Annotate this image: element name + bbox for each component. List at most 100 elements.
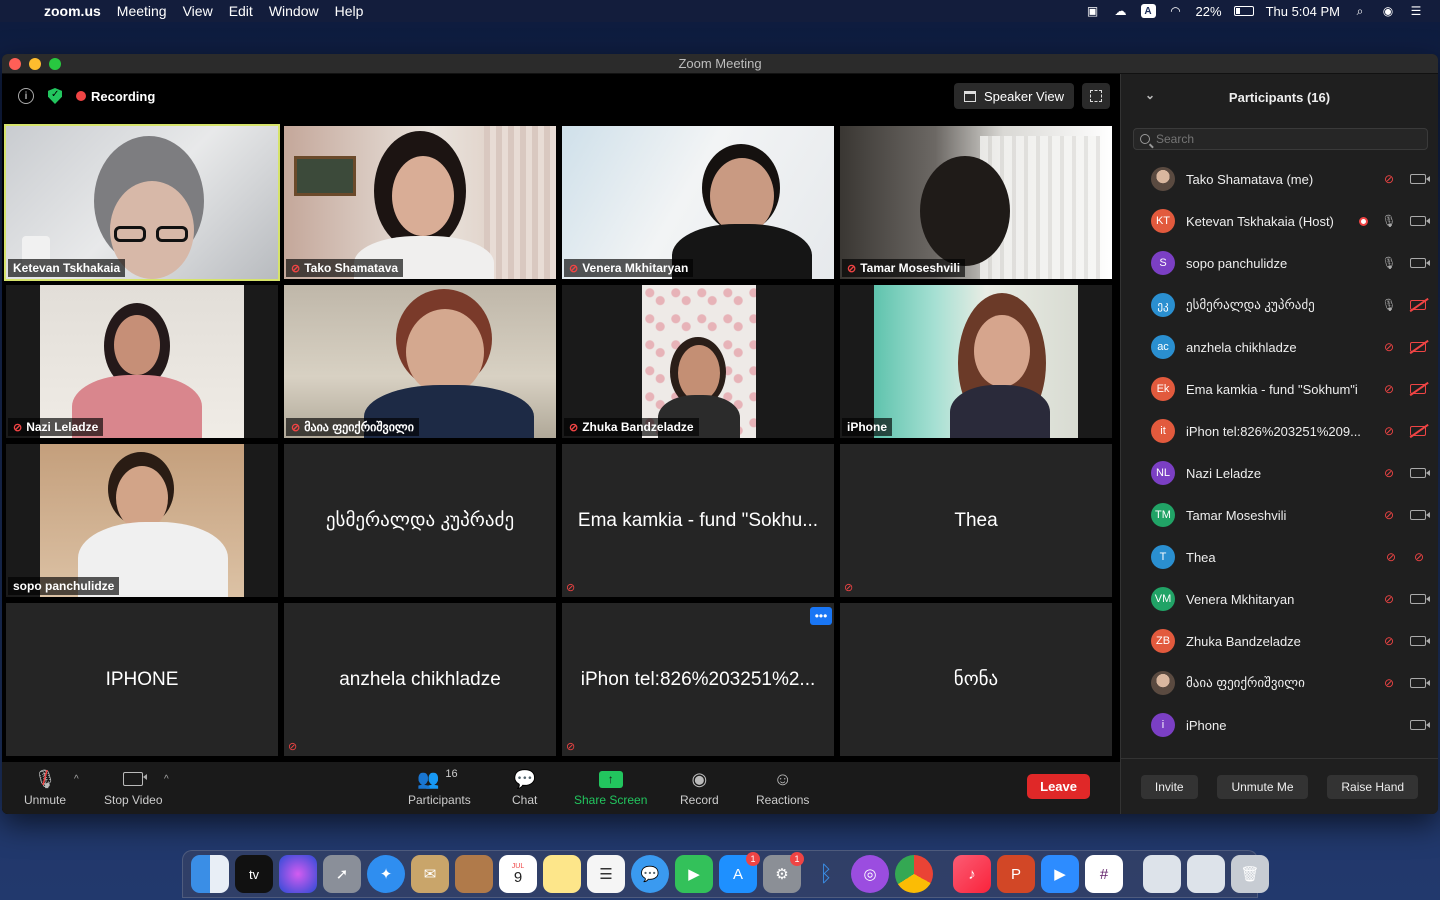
menu-edit[interactable]: Edit [221, 3, 261, 19]
video-options-caret-icon[interactable]: ^ [164, 774, 169, 785]
reminders-icon[interactable]: ☰ [587, 855, 625, 893]
chat-button[interactable]: 💬 Chat [512, 768, 537, 808]
tile-more-options-button[interactable]: ••• [810, 607, 832, 625]
participant-row[interactable]: ZB Zhuka Bandzeladze ⊘ [1121, 620, 1438, 662]
muted-mic-icon[interactable]: ⊘ [1382, 340, 1396, 354]
video-off-icon[interactable] [1410, 384, 1426, 394]
video-off-icon[interactable] [1410, 300, 1426, 310]
video-tile[interactable]: ⊘ Tamar Moseshvili [840, 126, 1112, 279]
video-tile[interactable]: IPHONE [6, 603, 278, 756]
wifi-icon[interactable]: ◠ [1168, 4, 1184, 18]
video-tile[interactable]: Ema kamkia - fund "Sokhu... ⊘ [562, 444, 834, 597]
collapse-chevron-down-icon[interactable]: ⌄ [1145, 88, 1155, 102]
participant-row[interactable]: ac anzhela chikhladze ⊘ [1121, 326, 1438, 368]
chrome-icon[interactable] [895, 855, 933, 893]
participant-row[interactable]: it iPhon tel:826%203251%209... ⊘ [1121, 410, 1438, 452]
video-tile[interactable]: ⊘ Tako Shamatava [284, 126, 556, 279]
music-note-icon[interactable]: ♪ [953, 855, 991, 893]
unmute-me-button[interactable]: Unmute Me [1217, 774, 1308, 799]
video-camera-icon[interactable] [1410, 678, 1430, 688]
mic-icon[interactable]: 🎙 [1381, 298, 1396, 312]
battery-icon[interactable] [1233, 6, 1254, 16]
video-tile[interactable]: iPhone [840, 285, 1112, 438]
bluetooth-icon[interactable]: ᛒ [807, 855, 845, 893]
window-titlebar[interactable]: Zoom Meeting [2, 54, 1438, 74]
search-input[interactable] [1156, 132, 1396, 146]
recording-indicator[interactable]: Recording [76, 89, 155, 104]
minimize-window-button[interactable] [29, 57, 41, 70]
invite-button[interactable]: Invite [1140, 774, 1198, 799]
unmute-button[interactable]: 🎙 / Unmute [24, 768, 66, 808]
video-camera-icon[interactable] [1410, 510, 1430, 520]
video-tile[interactable]: Ketevan Tskhakaia [4, 124, 280, 281]
muted-mic-icon[interactable]: ⊘ [1382, 382, 1396, 396]
mic-icon[interactable]: 🎙 [1381, 256, 1396, 270]
participant-search[interactable] [1133, 128, 1428, 150]
app-store-icon[interactable]: A1 [719, 852, 760, 893]
calendar-icon[interactable]: JUL 9 [499, 855, 537, 893]
powerpoint-icon[interactable]: P [997, 855, 1035, 893]
encryption-shield-icon[interactable] [48, 88, 62, 104]
video-camera-icon[interactable] [1410, 174, 1430, 184]
participant-row[interactable]: VM Venera Mkhitaryan ⊘ [1121, 578, 1438, 620]
video-tile[interactable]: ნონა [840, 603, 1112, 756]
video-camera-icon[interactable] [1410, 216, 1430, 226]
siri-icon[interactable]: ◉ [1380, 4, 1396, 18]
meeting-info-icon[interactable]: i [18, 88, 34, 104]
zoom-window-button[interactable] [49, 57, 61, 70]
messages-bubble-icon[interactable]: 💬 [631, 855, 669, 893]
zoom-app-icon[interactable]: ▶ [1041, 855, 1079, 893]
mic-icon[interactable]: 🎙 [1381, 214, 1396, 228]
muted-mic-icon[interactable]: ⊘ [1384, 550, 1398, 564]
muted-mic-icon[interactable]: ⊘ [1382, 172, 1396, 186]
mail-stamp-icon[interactable]: ✉ [411, 855, 449, 893]
launchpad-rocket-icon[interactable]: ➚ [323, 855, 361, 893]
participant-row[interactable]: Tako Shamatava (me) ⊘ [1121, 158, 1438, 200]
video-camera-icon[interactable] [1410, 258, 1430, 268]
creative-cloud-icon[interactable]: ☁ [1113, 4, 1129, 18]
apple-tv-icon[interactable]: tv [235, 855, 273, 893]
record-button[interactable]: ◉ Record [680, 768, 719, 808]
reactions-button[interactable]: ☺ Reactions [756, 768, 809, 808]
participant-row[interactable]: TM Tamar Moseshvili ⊘ [1121, 494, 1438, 536]
facetime-icon[interactable]: ▶ [675, 855, 713, 893]
participants-button[interactable]: 👥 16 Participants [408, 768, 471, 807]
participant-row[interactable]: Ssopo panchulidze 🎙 [1121, 242, 1438, 284]
video-tile[interactable]: ⊘ Venera Mkhitaryan [562, 126, 834, 279]
trash-icon[interactable]: 🗑 [1231, 855, 1269, 893]
leave-button[interactable]: Leave [1027, 774, 1090, 799]
share-screen-button[interactable]: ↑ Share Screen [574, 768, 647, 807]
participant-row[interactable]: NL Nazi Leladze ⊘ [1121, 452, 1438, 494]
muted-mic-icon[interactable]: ⊘ [1382, 424, 1396, 438]
muted-mic-icon[interactable]: ⊘ [1382, 466, 1396, 480]
raise-hand-button[interactable]: Raise Hand [1327, 774, 1419, 799]
video-tile[interactable]: ესმერალდა კუპრაძე [284, 444, 556, 597]
system-preferences-gear-icon[interactable]: ⚙ 1 [763, 852, 804, 893]
menu-window[interactable]: Window [261, 3, 327, 19]
video-tile[interactable]: ⊘ მაია ფეიქრიშვილი [284, 285, 556, 438]
video-tile[interactable]: ⊘ Zhuka Bandzeladze [562, 285, 834, 438]
speaker-view-button[interactable]: Speaker View [954, 83, 1074, 109]
muted-mic-icon[interactable]: ⊘ [1382, 676, 1396, 690]
video-camera-icon[interactable] [1410, 468, 1430, 478]
participant-row[interactable]: i iPhone [1121, 704, 1438, 746]
menu-meeting[interactable]: Meeting [109, 3, 175, 19]
participant-row[interactable]: მაია ფეიქრიშვილი ⊘ [1121, 662, 1438, 704]
audio-options-caret-icon[interactable]: ^ [74, 774, 79, 785]
battery-percent[interactable]: 22% [1196, 4, 1222, 19]
video-tile[interactable]: ⊘ Nazi Leladze [6, 285, 278, 438]
notification-center-icon[interactable]: ☰ [1408, 4, 1424, 18]
menu-view[interactable]: View [175, 3, 221, 19]
video-tile[interactable]: sopo panchulidze [6, 444, 278, 597]
spotlight-search-icon[interactable]: ⌕ [1352, 4, 1368, 18]
video-camera-icon[interactable] [1410, 594, 1430, 604]
video-off-icon[interactable] [1410, 342, 1426, 352]
menu-help[interactable]: Help [327, 3, 372, 19]
podcasts-icon[interactable]: ◎ [851, 855, 889, 893]
muted-mic-icon[interactable]: ⊘ [1382, 592, 1396, 606]
participant-row[interactable]: T Thea ⊘ ⊘ [1121, 536, 1438, 578]
fullscreen-button[interactable] [1082, 83, 1110, 109]
video-tile[interactable]: iPhon tel:826%203251%2... ⊘ ••• [562, 603, 834, 756]
slack-icon[interactable]: # [1085, 855, 1123, 893]
video-tile[interactable]: anzhela chikhladze ⊘ [284, 603, 556, 756]
